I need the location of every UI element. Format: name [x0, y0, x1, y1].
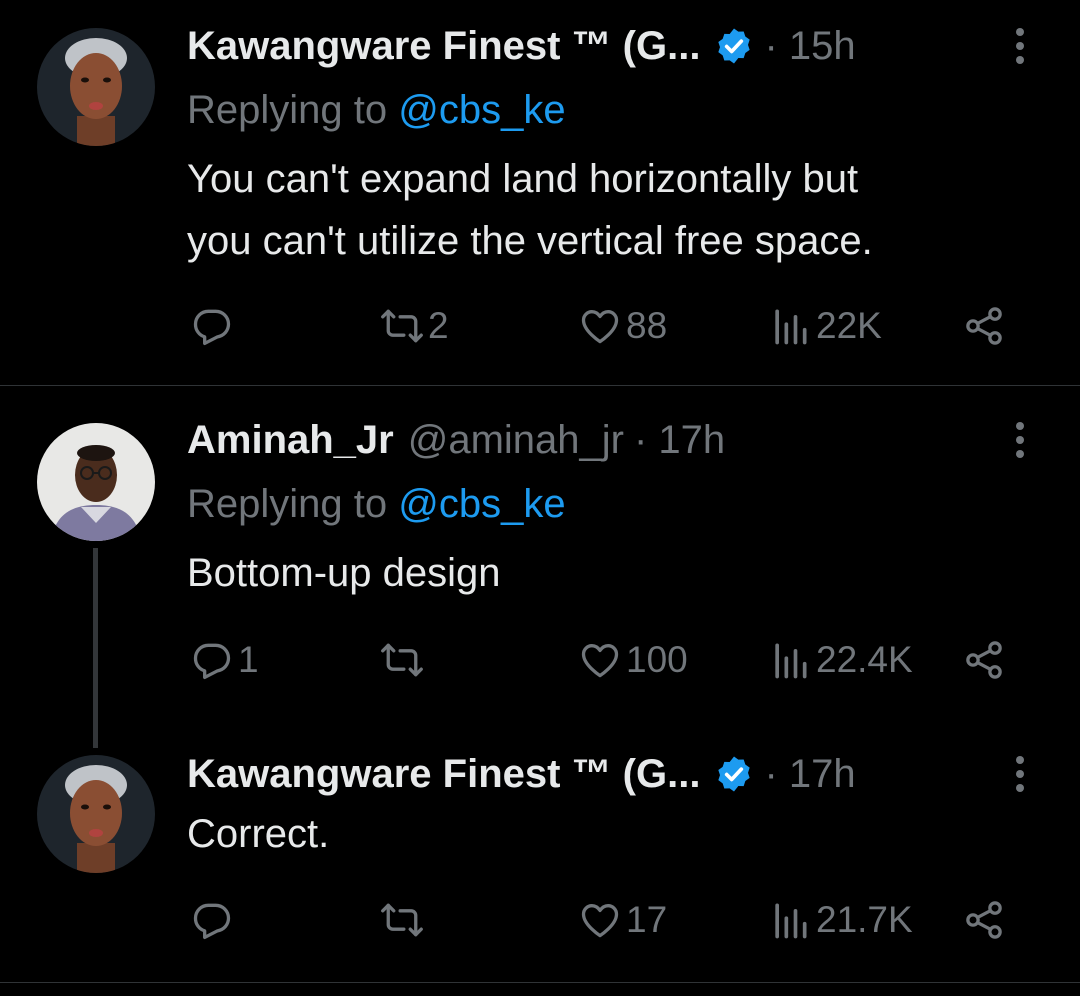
views-button[interactable]: 21.7K — [768, 890, 913, 950]
divider — [0, 385, 1080, 386]
like-count: 100 — [626, 639, 688, 680]
like-count: 88 — [626, 305, 668, 346]
retweet-button[interactable]: 2 — [380, 296, 449, 356]
retweet-count: 2 — [428, 305, 449, 346]
retweet-icon — [380, 638, 424, 682]
reply-icon — [190, 638, 234, 682]
views-count: 22.4K — [816, 639, 913, 680]
like-icon — [578, 898, 622, 942]
verified-badge-icon — [714, 754, 754, 794]
views-icon — [768, 898, 812, 942]
views-icon — [768, 638, 812, 682]
tweet-text-line: you can't utilize the vertical free spac… — [187, 219, 873, 263]
timestamp[interactable]: · 17h — [764, 748, 855, 800]
user-handle[interactable]: @aminah_jr — [408, 414, 624, 466]
tweet-text: You can't expand land horizontally but y… — [187, 148, 1047, 272]
views-icon — [768, 304, 812, 348]
tweet-text-line: Bottom-up design — [187, 551, 501, 595]
tweet-header: Aminah_Jr @aminah_jr · 17h — [187, 414, 725, 466]
display-name[interactable]: Aminah_Jr — [187, 414, 394, 466]
replying-to-handle[interactable]: @cbs_ke — [398, 482, 565, 526]
share-icon — [962, 638, 1006, 682]
more-options-icon[interactable] — [1008, 752, 1032, 796]
more-options-icon[interactable] — [1008, 418, 1032, 462]
avatar[interactable] — [37, 28, 155, 146]
avatar[interactable] — [37, 755, 155, 873]
divider — [0, 982, 1080, 983]
verified-badge-icon — [714, 26, 754, 66]
share-button[interactable] — [962, 630, 1006, 690]
reply-button[interactable]: 1 — [190, 630, 259, 690]
like-button[interactable]: 100 — [578, 630, 688, 690]
replying-to-label: Replying to — [187, 482, 399, 526]
share-button[interactable] — [962, 890, 1006, 950]
like-icon — [578, 638, 622, 682]
tweet-text: Correct. — [187, 803, 1047, 865]
reply-icon — [190, 304, 234, 348]
reply-icon — [190, 898, 234, 942]
more-options-icon[interactable] — [1008, 24, 1032, 68]
replying-to: Replying to @cbs_ke — [187, 84, 566, 136]
action-bar: 1 100 22.4K — [0, 630, 1080, 690]
avatar-image — [37, 755, 155, 873]
tweet-text-line: Correct. — [187, 812, 330, 856]
tweet-text-line: You can't expand land horizontally but — [187, 157, 859, 201]
avatar-image — [37, 423, 155, 541]
retweet-button[interactable] — [380, 890, 428, 950]
tweet-text: Bottom-up design — [187, 542, 1047, 604]
avatar[interactable] — [37, 423, 155, 541]
retweet-icon — [380, 304, 424, 348]
views-count: 22K — [816, 305, 882, 346]
retweet-button[interactable] — [380, 630, 428, 690]
display-name[interactable]: Kawangware Finest ™ (G... — [187, 748, 700, 800]
views-button[interactable]: 22K — [768, 296, 882, 356]
views-count: 21.7K — [816, 899, 913, 940]
like-icon — [578, 304, 622, 348]
like-button[interactable]: 88 — [578, 296, 667, 356]
timestamp[interactable]: · 17h — [634, 414, 725, 466]
views-button[interactable]: 22.4K — [768, 630, 913, 690]
reply-button[interactable] — [190, 890, 238, 950]
reply-count: 1 — [238, 639, 259, 680]
like-button[interactable]: 17 — [578, 890, 667, 950]
tweet-header: Kawangware Finest ™ (G... · 15h — [187, 20, 856, 72]
replying-to: Replying to @cbs_ke — [187, 478, 566, 530]
tweet-header: Kawangware Finest ™ (G... · 17h — [187, 748, 856, 800]
display-name[interactable]: Kawangware Finest ™ (G... — [187, 20, 700, 72]
action-bar: 2 88 22K — [0, 296, 1080, 356]
replying-to-label: Replying to — [187, 88, 399, 132]
share-button[interactable] — [962, 296, 1006, 356]
avatar-image — [37, 28, 155, 146]
reply-button[interactable] — [190, 296, 238, 356]
share-icon — [962, 304, 1006, 348]
action-bar: 17 21.7K — [0, 890, 1080, 950]
share-icon — [962, 898, 1006, 942]
timestamp[interactable]: · 15h — [764, 20, 855, 72]
like-count: 17 — [626, 899, 668, 940]
replying-to-handle[interactable]: @cbs_ke — [398, 88, 565, 132]
retweet-icon — [380, 898, 424, 942]
